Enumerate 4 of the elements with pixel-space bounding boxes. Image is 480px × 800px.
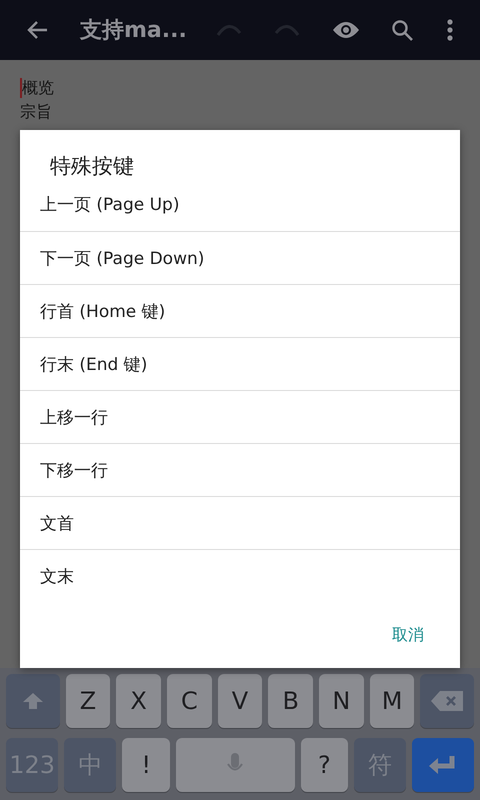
dialog-title: 特殊按键 <box>49 153 135 180</box>
text-line: 宗旨 <box>20 101 52 123</box>
window-title: 支持ma... <box>80 17 188 45</box>
text-line: 概览 <box>22 77 54 99</box>
